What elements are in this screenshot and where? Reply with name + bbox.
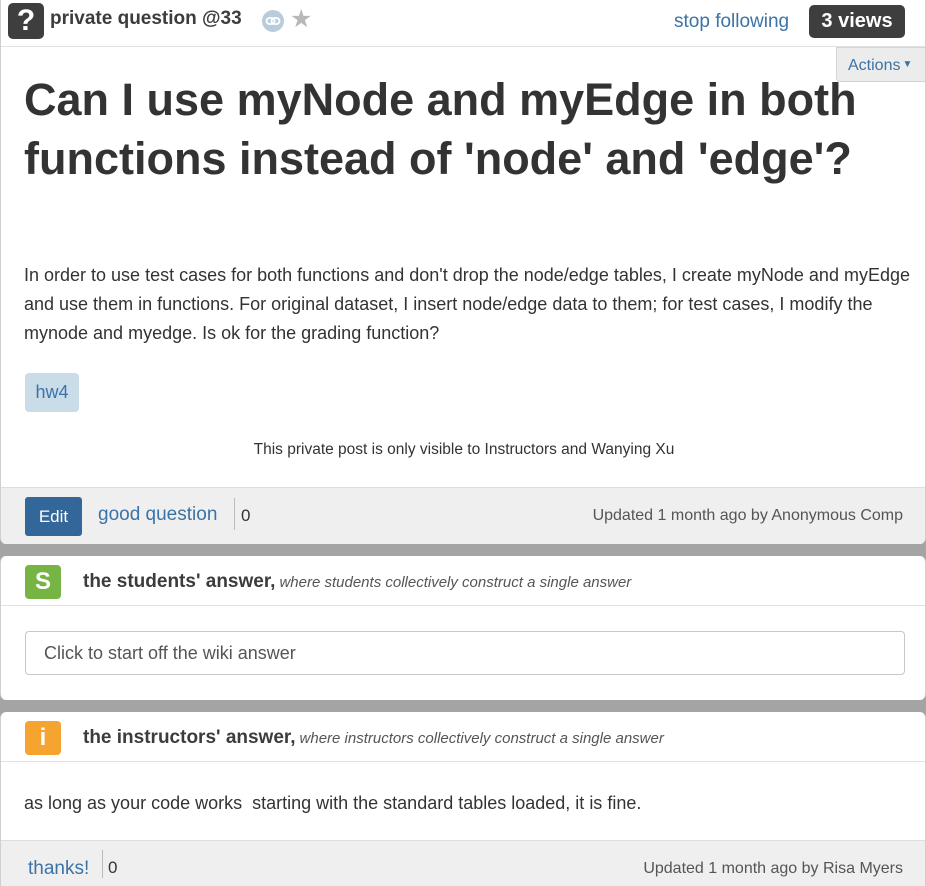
question-mark-icon: ? [8,3,44,39]
post-type-label: private question @33 [50,8,242,29]
students-answer-title: the students' answer, where students coll… [83,571,631,593]
instructors-answer-header: i the instructors' answer, where instruct… [1,712,925,762]
instructors-answer-footer: thanks! 0 Updated 1 month ago by Risa My… [1,840,925,886]
question-updated-text: Updated 1 month ago by Anonymous Comp [592,507,903,524]
star-icon[interactable]: ★ [290,4,312,34]
question-footer: Edit good question 0 Updated 1 month ago… [1,487,925,544]
students-answer-subtitle: where students collectively construct a … [279,574,632,591]
caret-down-icon: ▼ [902,59,913,70]
good-question-link[interactable]: good question [98,504,217,526]
thanks-link[interactable]: thanks! [28,858,89,880]
stop-following-link[interactable]: stop following [674,11,789,33]
edit-button[interactable]: Edit [25,497,82,536]
students-badge-icon: S [25,565,61,599]
instructors-answer-card: i the instructors' answer, where instruct… [0,712,926,886]
question-card: ? private question @33 ★ stop following … [0,0,926,544]
private-post-note: This private post is only visible to Ins… [253,441,675,458]
instructors-answer-title: the instructors' answer, where instructor… [83,727,664,749]
students-answer-header: S the students' answer, where students co… [1,556,925,606]
folder-tag-hw4[interactable]: hw4 [25,373,79,412]
good-question-count: 0 [241,506,251,525]
instructors-answer-subtitle: where instructors collectively construct… [299,730,664,747]
views-badge: 3 views [809,5,905,38]
instructors-answer-text: as long as your code works starting with… [24,793,642,813]
question-header: ? private question @33 ★ stop following … [1,0,925,47]
thanks-count: 0 [108,858,118,877]
instructors-badge-icon: i [25,721,61,755]
students-answer-card: S the students' answer, where students co… [0,556,926,700]
instructors-updated-text: Updated 1 month ago by Risa Myers [643,860,903,877]
students-answer-title-text: the students' answer, [83,571,276,592]
question-title: Can I use myNode and myEdge in both func… [24,74,857,184]
instructors-answer-title-text: the instructors' answer, [83,727,296,748]
divider [102,850,103,878]
wiki-answer-input[interactable]: Click to start off the wiki answer [25,631,905,675]
link-icon[interactable] [262,10,284,32]
divider [234,498,235,530]
question-body: In order to use test cases for both func… [24,265,910,343]
